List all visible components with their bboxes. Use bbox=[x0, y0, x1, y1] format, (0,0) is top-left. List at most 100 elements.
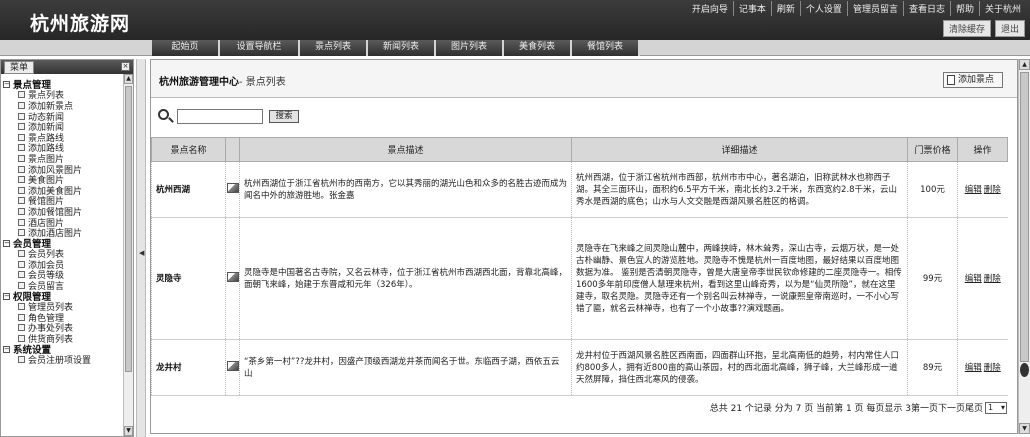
menu-item-label: 会员注册项设置 bbox=[28, 356, 92, 367]
scroll-thumb[interactable] bbox=[1020, 72, 1029, 362]
close-icon[interactable]: × bbox=[121, 62, 130, 71]
edit-link[interactable]: 编辑 bbox=[965, 363, 982, 373]
pagination: 总共 21 个记录 分为 7 页 当前第 1 页 每页显示 3第一页下一页尾页 … bbox=[710, 401, 1007, 414]
tab-restaurants[interactable]: 餐馆列表 bbox=[572, 40, 640, 56]
scroll-up-icon[interactable]: ▲ bbox=[124, 74, 133, 84]
row-actions: 编辑 删除 bbox=[957, 161, 1008, 218]
tab-bar: 起始页 设置导航栏 景点列表 新闻列表 图片列表 美食列表 餐馆列表 bbox=[0, 40, 1030, 56]
tab-home[interactable]: 起始页 bbox=[152, 40, 220, 56]
menu-tree: − 景点管理 景点列表 添加新景点 动态新闻 添加新闻 景点路线 添加路线 景点图片 添加风景图片… bbox=[3, 79, 121, 367]
sidebar-tab-menu[interactable]: 菜单 bbox=[4, 61, 35, 74]
tab-food[interactable]: 美食列表 bbox=[504, 40, 572, 56]
page-icon bbox=[18, 313, 25, 321]
sidebar-header: 菜单 × bbox=[1, 60, 133, 74]
image-icon[interactable] bbox=[226, 271, 239, 282]
image-icon[interactable] bbox=[226, 182, 239, 193]
search-bar: 搜索 bbox=[151, 99, 1017, 133]
scroll-up-icon[interactable]: ▲ bbox=[1019, 59, 1030, 70]
delete-link[interactable]: 删除 bbox=[984, 274, 1001, 284]
scroll-thumb[interactable] bbox=[125, 86, 132, 372]
page-icon bbox=[18, 101, 25, 109]
collapse-icon[interactable]: − bbox=[3, 345, 10, 353]
tab-list: 起始页 设置导航栏 景点列表 新闻列表 图片列表 美食列表 餐馆列表 bbox=[152, 40, 640, 56]
nav-link-refresh[interactable]: 刷新 bbox=[770, 1, 800, 16]
page-icon bbox=[18, 197, 25, 205]
collapse-icon[interactable]: − bbox=[3, 239, 10, 247]
search-icon bbox=[158, 109, 169, 120]
site-title: 杭州旅游网 bbox=[30, 13, 131, 35]
page-icon bbox=[18, 335, 25, 343]
page-title-main: 杭州旅游管理中心 bbox=[159, 77, 239, 88]
row-image-cell bbox=[225, 217, 240, 340]
page-icon bbox=[18, 144, 25, 152]
page-header: 杭州旅游管理中心- 景点列表 添加景点 bbox=[151, 60, 1017, 98]
delete-link[interactable]: 删除 bbox=[984, 363, 1001, 373]
page-icon bbox=[18, 154, 25, 162]
page-icon bbox=[18, 123, 25, 131]
row-image-cell bbox=[225, 161, 240, 218]
row-price: 100元 bbox=[907, 161, 958, 218]
top-nav: 开启向导 记事本 刷新 个人设置 管理员留言 查看日志 帮助 关于杭州 bbox=[687, 1, 1026, 16]
scroll-down-icon[interactable]: ▼ bbox=[1019, 423, 1030, 434]
page-icon bbox=[18, 112, 25, 120]
main-panel: 杭州旅游管理中心- 景点列表 添加景点 搜索 景点名称 景点描述 详细描述 门票… bbox=[150, 59, 1018, 434]
page-icon bbox=[947, 75, 955, 85]
page-select[interactable]: 1 bbox=[985, 401, 1007, 414]
add-attraction-label: 添加景点 bbox=[958, 75, 995, 85]
nav-link-admin-messages[interactable]: 管理员留言 bbox=[846, 1, 903, 16]
row-description: 灵隐寺是中国著名古寺院，又名云林寺，位于浙江省杭州市西湖西北面，背靠北高峰，面朝… bbox=[239, 217, 572, 340]
row-name: 龙井村 bbox=[151, 339, 226, 396]
column-header-description: 景点描述 bbox=[239, 137, 572, 162]
page-icon bbox=[18, 176, 25, 184]
sidebar: 菜单 × − 景点管理 景点列表 添加新景点 动态新闻 添加新闻 景点路线 添加路线 景点图片添… bbox=[0, 59, 134, 437]
page-icon bbox=[18, 186, 25, 194]
row-detail: 杭州西湖，位于浙江省杭州市西部，杭州市市中心，著名湖泊，旧称武林水也称西子湖。其… bbox=[571, 161, 908, 218]
menu-item[interactable]: 会员注册项设置 bbox=[3, 354, 121, 367]
column-header-detail: 详细描述 bbox=[571, 137, 908, 162]
nav-link-personal-settings[interactable]: 个人设置 bbox=[799, 1, 847, 16]
delete-link[interactable]: 删除 bbox=[984, 185, 1001, 195]
edit-link[interactable]: 编辑 bbox=[965, 185, 982, 195]
scroll-ring-icon bbox=[1020, 363, 1029, 377]
row-image-cell bbox=[225, 339, 240, 396]
collapse-arrow-icon[interactable]: ◀ bbox=[139, 249, 144, 257]
sidebar-scrollbar[interactable]: ▲ ▼ bbox=[123, 74, 133, 436]
page-icon bbox=[18, 356, 25, 364]
row-detail: 龙井村位于西湖风景名胜区西南面，四面群山环抱，呈北高南低的趋势，村内常住人口约8… bbox=[571, 339, 908, 396]
page-icon bbox=[18, 218, 25, 226]
page-icon bbox=[18, 303, 25, 311]
image-icon[interactable] bbox=[226, 360, 239, 371]
row-actions: 编辑 删除 bbox=[957, 339, 1008, 396]
tab-images[interactable]: 图片列表 bbox=[436, 40, 504, 56]
table-row: 杭州西湖 杭州西湖位于浙江省杭州市的西南方，它以其秀丽的湖光山色和众多的名胜古迹… bbox=[151, 161, 1008, 218]
page-icon bbox=[18, 324, 25, 332]
row-price: 89元 bbox=[907, 339, 958, 396]
search-button[interactable]: 搜索 bbox=[269, 110, 299, 123]
page-icon bbox=[18, 250, 25, 258]
nav-link-wizard[interactable]: 开启向导 bbox=[687, 1, 733, 16]
page-icon bbox=[18, 165, 25, 173]
nav-link-notepad[interactable]: 记事本 bbox=[732, 1, 771, 16]
pagination-text[interactable]: 总共 21 个记录 分为 7 页 当前第 1 页 每页显示 3第一页下一页尾页 bbox=[710, 401, 983, 414]
collapse-icon[interactable]: − bbox=[3, 292, 10, 300]
row-name: 灵隐寺 bbox=[151, 217, 226, 340]
header-bar: 杭州旅游网 开启向导 记事本 刷新 个人设置 管理员留言 查看日志 帮助 关于杭… bbox=[0, 0, 1030, 40]
edit-link[interactable]: 编辑 bbox=[965, 274, 982, 284]
main-scrollbar[interactable]: ▲ ▼ bbox=[1018, 59, 1030, 434]
collapse-icon[interactable]: − bbox=[3, 80, 10, 88]
add-attraction-button[interactable]: 添加景点 bbox=[943, 72, 1003, 88]
panel-splitter[interactable]: ◀ bbox=[136, 59, 146, 437]
nav-link-view-log[interactable]: 查看日志 bbox=[902, 1, 950, 16]
column-header-name: 景点名称 bbox=[151, 137, 226, 162]
nav-link-about[interactable]: 关于杭州 bbox=[978, 1, 1026, 16]
page-title-sub: - 景点列表 bbox=[239, 77, 286, 88]
logout-button[interactable]: 退出 bbox=[994, 20, 1025, 37]
clear-cache-button[interactable]: 清除缓存 bbox=[942, 20, 991, 37]
row-actions: 编辑 删除 bbox=[957, 217, 1008, 340]
scroll-down-icon[interactable]: ▼ bbox=[124, 426, 133, 436]
nav-link-help[interactable]: 帮助 bbox=[949, 1, 979, 16]
tab-nav-settings[interactable]: 设置导航栏 bbox=[220, 40, 300, 56]
tab-attractions[interactable]: 景点列表 bbox=[300, 40, 368, 56]
search-input[interactable] bbox=[177, 109, 263, 124]
tab-news[interactable]: 新闻列表 bbox=[368, 40, 436, 56]
